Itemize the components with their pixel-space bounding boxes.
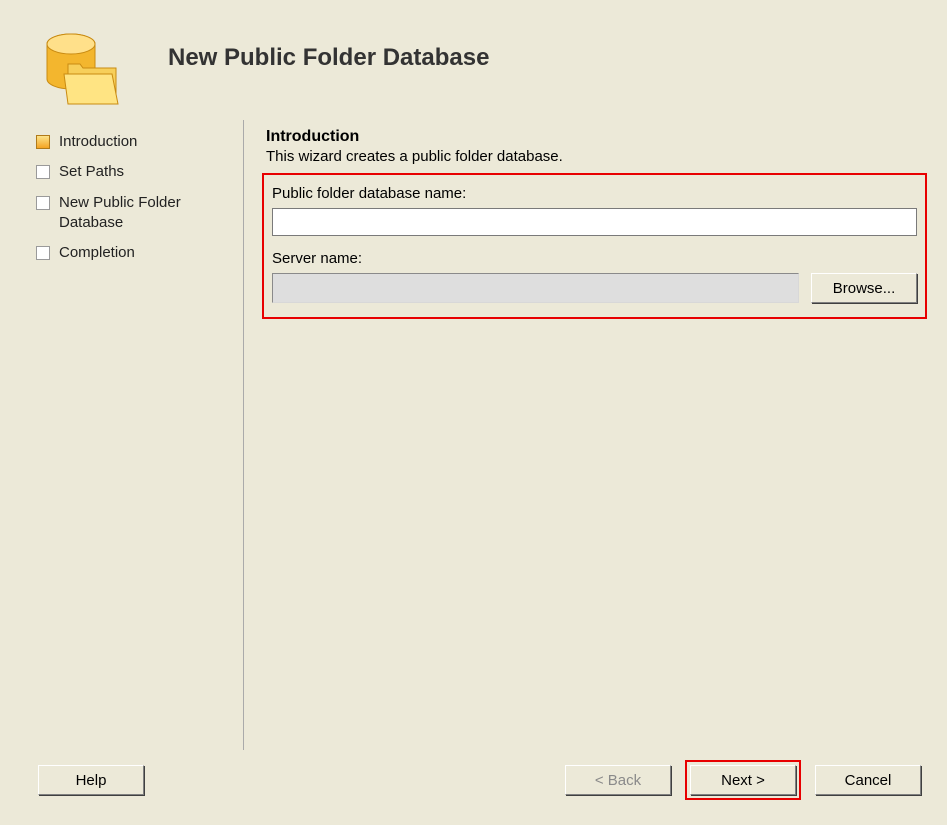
server-row: Browse...: [272, 273, 917, 303]
server-name-input: [272, 273, 799, 303]
step-completion: Completion: [36, 243, 241, 263]
back-button[interactable]: < Back: [565, 765, 671, 795]
step-pending-icon: [36, 165, 50, 179]
step-introduction: Introduction: [36, 132, 241, 152]
highlighted-form-area: Public folder database name: Server name…: [262, 173, 927, 319]
step-pending-icon: [36, 196, 50, 210]
browse-button[interactable]: Browse...: [811, 273, 917, 303]
step-label: Introduction: [59, 132, 137, 152]
server-name-label: Server name:: [272, 250, 917, 267]
content-heading: Introduction: [266, 128, 927, 146]
step-active-icon: [36, 135, 50, 149]
wizard-body: Introduction Set Paths New Public Folder…: [0, 120, 947, 755]
wizard-footer: Help < Back Next > Cancel: [0, 760, 947, 800]
wizard-steps-sidebar: Introduction Set Paths New Public Folder…: [36, 120, 241, 755]
content-description: This wizard creates a public folder data…: [266, 148, 927, 165]
database-name-input[interactable]: [272, 208, 917, 236]
step-label: New Public Folder Database: [59, 193, 241, 234]
step-set-paths: Set Paths: [36, 162, 241, 182]
step-label: Completion: [59, 243, 135, 263]
footer-right-buttons: < Back Next > Cancel: [565, 760, 921, 800]
step-label: Set Paths: [59, 162, 124, 182]
step-pending-icon: [36, 246, 50, 260]
step-new-public-folder-database: New Public Folder Database: [36, 193, 241, 234]
help-button[interactable]: Help: [38, 765, 144, 795]
public-folder-database-icon: [38, 24, 128, 114]
cancel-button[interactable]: Cancel: [815, 765, 921, 795]
next-button-highlight: Next >: [685, 760, 801, 800]
wizard-content: Introduction This wizard creates a publi…: [262, 120, 927, 755]
next-button[interactable]: Next >: [690, 765, 796, 795]
vertical-divider: [243, 120, 244, 750]
wizard-header: New Public Folder Database: [0, 0, 947, 120]
database-name-label: Public folder database name:: [272, 185, 917, 202]
wizard-title: New Public Folder Database: [168, 44, 489, 72]
